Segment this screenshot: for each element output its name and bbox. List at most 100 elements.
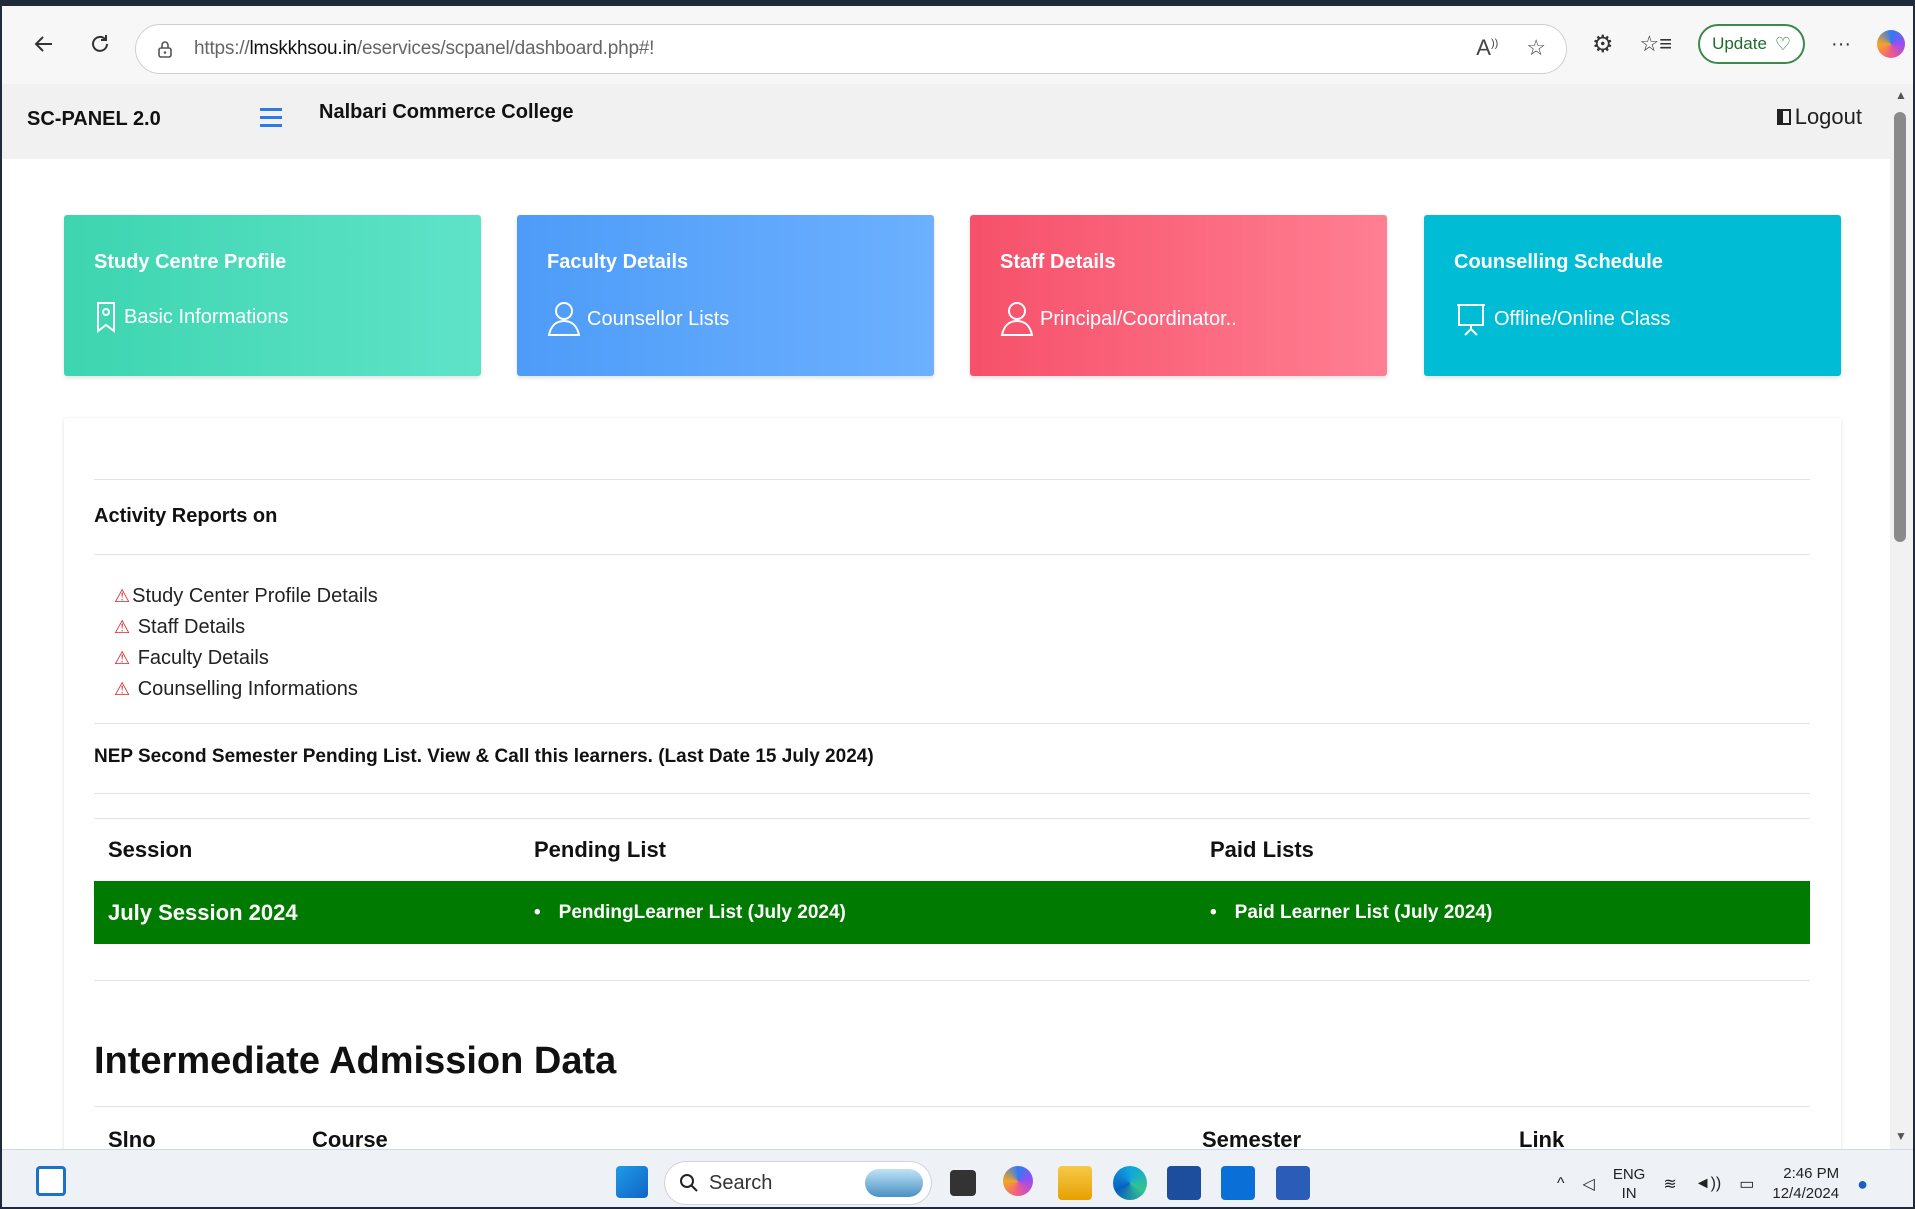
store-icon[interactable] xyxy=(1167,1166,1201,1200)
warning-icon: ⚠ xyxy=(114,617,131,637)
word-icon[interactable] xyxy=(1276,1166,1310,1200)
read-aloud-icon[interactable]: A)) xyxy=(1476,35,1498,61)
widgets-icon[interactable] xyxy=(36,1166,66,1196)
copilot-icon[interactable] xyxy=(1877,30,1906,58)
search-highlight-icon xyxy=(865,1169,923,1197)
update-label: Update xyxy=(1712,34,1767,53)
tile-title: Staff Details xyxy=(1000,251,1116,273)
list-item: ⚠ Faculty Details xyxy=(114,643,378,674)
edge-browser-icon[interactable] xyxy=(1113,1166,1147,1200)
url-prefix: https:// xyxy=(194,38,250,59)
divider xyxy=(94,479,1810,480)
logout-icon xyxy=(1776,109,1791,125)
battery-icon[interactable]: ▭ xyxy=(1739,1174,1754,1194)
system-tray: ^ ◁ ENG IN ≋ ◄)) ▭ 2:46 PM 12/4/2024 ● xyxy=(1557,1164,1868,1204)
bullet: • xyxy=(534,901,541,923)
nep-session-table: Session Pending List Paid Lists July Ses… xyxy=(94,818,1810,944)
tile-subtitle[interactable]: Principal/Coordinator.. xyxy=(1040,308,1237,331)
divider xyxy=(94,723,1810,724)
activity-item: Staff Details xyxy=(132,616,246,638)
warning-icon: ⚠ xyxy=(114,648,131,668)
outlook-icon[interactable] xyxy=(1221,1166,1255,1200)
start-windows-icon[interactable] xyxy=(616,1166,648,1198)
bookmark-icon xyxy=(97,302,115,333)
session-cell: July Session 2024 xyxy=(108,899,298,925)
search-icon xyxy=(680,1174,698,1192)
tile-subtitle[interactable]: Basic Informations xyxy=(124,306,289,329)
college-name: Nalbari Commerce College xyxy=(319,101,574,123)
notification-bell-icon[interactable]: ● xyxy=(1857,1174,1868,1195)
divider xyxy=(94,980,1810,981)
refresh-icon[interactable] xyxy=(80,24,120,64)
wifi-icon[interactable]: ≋ xyxy=(1663,1174,1676,1194)
divider xyxy=(94,554,1810,555)
paid-learner-link[interactable]: Paid Learner List (July 2024) xyxy=(1235,902,1493,923)
favorites-icon[interactable]: ☆≡ xyxy=(1640,31,1673,57)
intermediate-title: Intermediate Admission Data xyxy=(94,1040,617,1082)
language-indicator[interactable]: ENG IN xyxy=(1613,1165,1646,1203)
task-view-icon[interactable] xyxy=(950,1170,976,1196)
url-host: lmskkhsou.in xyxy=(249,38,357,59)
browser-toolbar: https://lmskkhsou.in/eservices/scpanel/d… xyxy=(2,6,1913,84)
vertical-scrollbar[interactable]: ▲ ▼ xyxy=(1890,84,1913,1149)
clock-time: 2:46 PM xyxy=(1783,1165,1840,1182)
tile-subtitle[interactable]: Offline/Online Class xyxy=(1494,308,1670,331)
brand-title: SC-PANEL 2.0 xyxy=(27,108,161,130)
update-button[interactable]: Update ♡ xyxy=(1698,24,1806,64)
volume-icon[interactable]: ◄)) xyxy=(1695,1175,1722,1193)
activity-item: Counselling Informations xyxy=(132,678,358,700)
user-icon xyxy=(1000,302,1034,336)
tile-title: Study Centre Profile xyxy=(94,251,287,273)
tile-subtitle[interactable]: Counsellor Lists xyxy=(587,308,729,331)
scroll-up-icon[interactable]: ▲ xyxy=(1895,88,1907,102)
logout-button[interactable]: Logout xyxy=(1776,104,1862,130)
tile-faculty-details[interactable]: Faculty Details Counsellor Lists xyxy=(517,215,934,376)
browser-window: https://lmskkhsou.in/eservices/scpanel/d… xyxy=(0,0,1915,1209)
copilot-taskbar-icon[interactable] xyxy=(1003,1166,1033,1196)
bullet: • xyxy=(1210,901,1217,923)
pending-learner-link[interactable]: PendingLearner List (July 2024) xyxy=(559,902,846,923)
clock[interactable]: 2:46 PM 12/4/2024 xyxy=(1772,1164,1839,1204)
scroll-down-icon[interactable]: ▼ xyxy=(1895,1129,1907,1143)
list-item: ⚠ Study Center Profile Details xyxy=(114,581,378,612)
search-label: Search xyxy=(709,1171,773,1194)
taskbar-search[interactable]: Search xyxy=(664,1161,932,1205)
tile-staff-details[interactable]: Staff Details Principal/Coordinator.. xyxy=(970,215,1387,376)
address-bar[interactable]: https://lmskkhsou.in/eservices/scpanel/d… xyxy=(135,24,1567,74)
extensions-icon[interactable]: ⚙ xyxy=(1592,30,1614,59)
hamburger-menu-icon[interactable] xyxy=(260,108,282,130)
tile-title: Counselling Schedule xyxy=(1454,251,1663,273)
tile-counselling-schedule[interactable]: Counselling Schedule Offline/Online Clas… xyxy=(1424,215,1841,376)
table-header-row: Session Pending List Paid Lists xyxy=(94,818,1810,881)
favorite-star-icon[interactable]: ☆ xyxy=(1526,35,1546,61)
lock-icon xyxy=(158,41,172,58)
dashboard-card: Activity Reports on ⚠ Study Center Profil… xyxy=(64,418,1841,1178)
list-item: ⚠ Counselling Informations xyxy=(114,674,378,705)
back-icon[interactable] xyxy=(24,24,64,64)
scrollbar-thumb[interactable] xyxy=(1894,112,1906,542)
divider xyxy=(94,793,1810,794)
warning-icon: ⚠ xyxy=(114,586,131,606)
tile-title: Faculty Details xyxy=(547,251,689,273)
nep-pending-title: NEP Second Semester Pending List. View &… xyxy=(94,746,874,767)
column-header: Session xyxy=(108,837,193,862)
lang-top: ENG xyxy=(1612,1166,1646,1183)
location-icon[interactable]: ◁ xyxy=(1583,1174,1595,1194)
activity-item: Faculty Details xyxy=(132,647,269,669)
app-header: SC-PANEL 2.0 Nalbari Commerce College Lo… xyxy=(2,84,1892,159)
chevron-up-icon[interactable]: ^ xyxy=(1557,1175,1565,1193)
file-explorer-icon[interactable] xyxy=(1058,1166,1092,1200)
taskbar: Search ^ ◁ ENG IN ≋ ◄)) ▭ 2:46 PM 12/4/2… xyxy=(2,1149,1913,1207)
user-icon xyxy=(547,302,581,336)
activity-list: ⚠ Study Center Profile Details ⚠ Staff De… xyxy=(114,581,378,705)
presentation-icon xyxy=(1457,304,1485,336)
list-item: ⚠ Staff Details xyxy=(114,612,378,643)
clock-date: 12/4/2024 xyxy=(1772,1185,1840,1202)
url-path: /eservices/scpanel/dashboard.php#! xyxy=(356,38,655,59)
lang-bottom: IN xyxy=(1621,1185,1637,1202)
tile-study-centre-profile[interactable]: Study Centre Profile Basic Informations xyxy=(64,215,481,376)
warning-icon: ⚠ xyxy=(114,679,131,699)
activity-title: Activity Reports on xyxy=(94,505,278,527)
more-menu-icon[interactable]: ··· xyxy=(1831,33,1851,56)
column-header: Paid Lists xyxy=(1210,837,1314,862)
